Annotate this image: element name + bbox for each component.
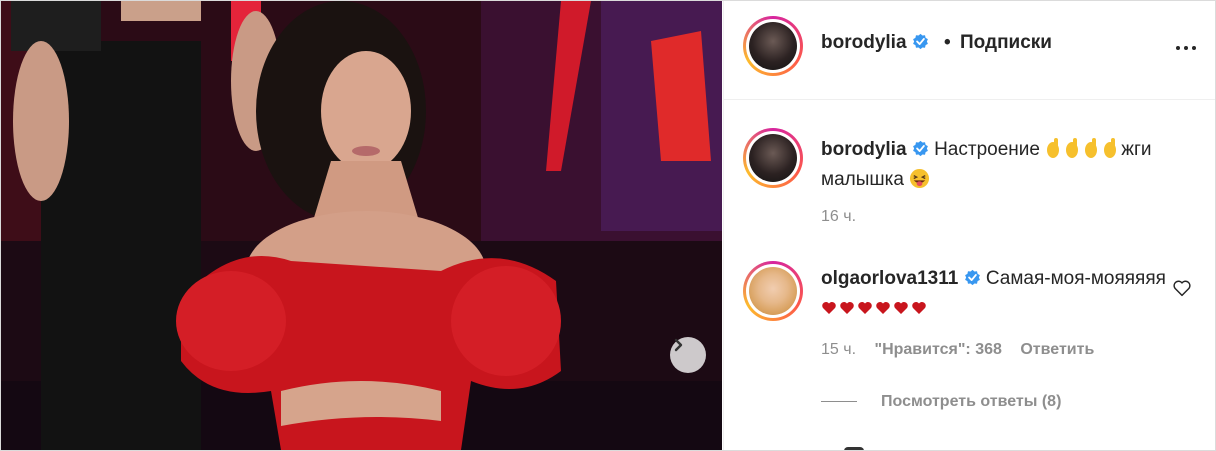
chevron-right-icon bbox=[674, 338, 683, 352]
replies-divider-line bbox=[821, 401, 857, 403]
post-header: borodylia • Подписки bbox=[724, 1, 1215, 100]
commenter-avatar[interactable] bbox=[743, 261, 803, 321]
red-heart-emoji-icon bbox=[912, 302, 926, 314]
caption-avatar[interactable] bbox=[743, 128, 803, 188]
post-modal: borodylia • Подписки borodylia Настроени… bbox=[0, 0, 1216, 451]
post-side-panel: borodylia • Подписки borodylia Настроени… bbox=[723, 1, 1215, 450]
photo-illustration bbox=[1, 1, 722, 450]
comment-meta: 15 ч. "Нравится": 368 Ответить bbox=[821, 341, 1108, 359]
commenter-username[interactable]: olgaorlova1311 bbox=[821, 268, 958, 289]
tongue-wink-emoji-icon bbox=[910, 168, 930, 189]
caption-username[interactable]: borodylia bbox=[821, 139, 907, 160]
comment-timestamp[interactable]: 15 ч. bbox=[821, 341, 856, 358]
author-username-row: borodylia bbox=[821, 32, 929, 54]
verified-badge-icon bbox=[964, 269, 980, 286]
comment-body: Самая-моя-мояяяяя bbox=[985, 268, 1166, 289]
ok-hand-emoji-icon bbox=[1066, 138, 1079, 158]
red-heart-emoji-icon bbox=[894, 302, 908, 314]
red-heart-emoji-icon bbox=[876, 302, 890, 314]
more-options-icon[interactable] bbox=[1176, 37, 1202, 50]
caption-body-start: Настроение bbox=[934, 139, 1046, 160]
heart-outline-icon[interactable] bbox=[1172, 279, 1192, 297]
red-heart-emoji-icon bbox=[858, 302, 872, 314]
red-heart-emoji-icon bbox=[822, 302, 836, 314]
view-replies-label: Посмотреть ответы (8) bbox=[881, 393, 1062, 410]
following-button[interactable]: Подписки bbox=[960, 32, 1052, 54]
ok-hand-emoji-icon bbox=[1085, 138, 1098, 158]
verified-badge-icon bbox=[912, 140, 928, 157]
ok-hand-emoji-icon bbox=[1104, 138, 1117, 158]
separator-dot: • bbox=[944, 32, 951, 53]
caption-timestamp[interactable]: 16 ч. bbox=[821, 208, 856, 226]
comment-likes-count[interactable]: "Нравится": 368 bbox=[874, 341, 1001, 358]
caption-text: borodylia Настроение жги малышка bbox=[821, 135, 1201, 195]
author-username[interactable]: borodylia bbox=[821, 32, 907, 53]
comment-text: olgaorlova1311 Самая-моя-мояяяяя bbox=[821, 264, 1171, 324]
next-photo-button[interactable] bbox=[670, 337, 706, 373]
verified-badge-icon bbox=[912, 33, 928, 50]
author-avatar[interactable] bbox=[743, 16, 803, 76]
reply-button[interactable]: Ответить bbox=[1020, 341, 1094, 358]
post-photo bbox=[1, 1, 722, 450]
view-replies-button[interactable]: Посмотреть ответы (8) bbox=[821, 393, 1061, 411]
next-comment-avatar-peek bbox=[844, 447, 864, 450]
ok-hand-emoji-icon bbox=[1047, 138, 1060, 158]
red-heart-emoji-icon bbox=[840, 302, 854, 314]
